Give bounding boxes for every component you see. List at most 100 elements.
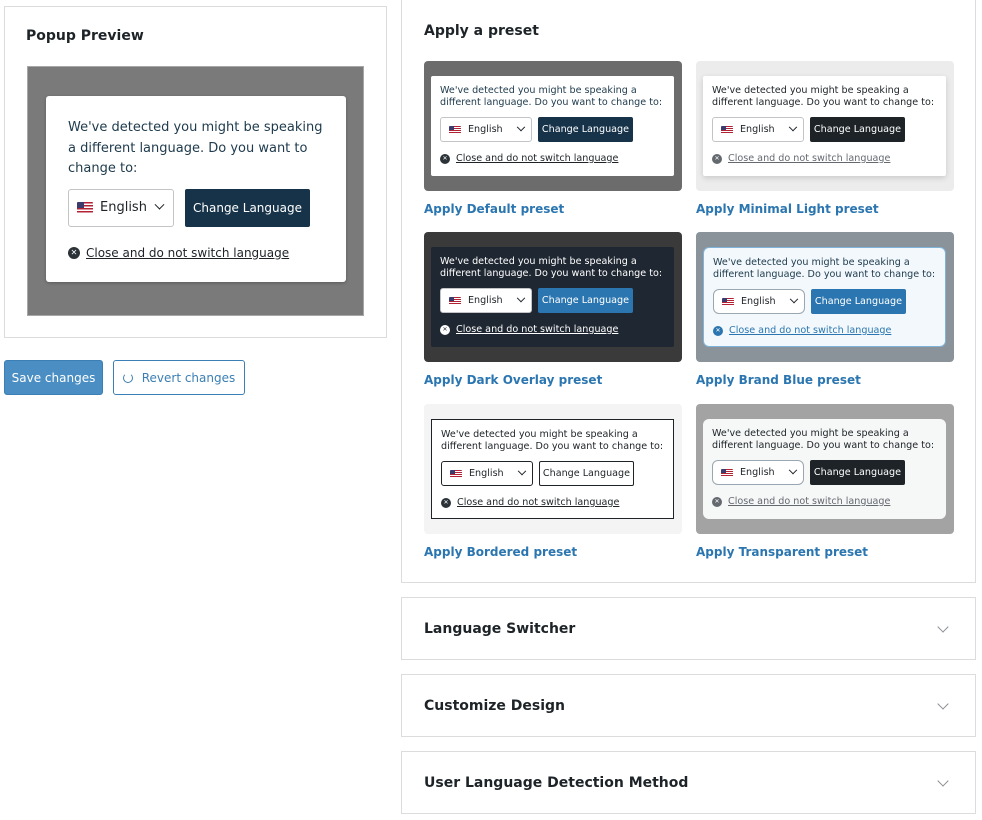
- revert-changes-label: Revert changes: [141, 370, 236, 385]
- preset-close-label: Close and do not switch language: [729, 325, 892, 336]
- language-switcher-section[interactable]: Language Switcher: [401, 597, 976, 660]
- preset-change-language-button: Change Language: [538, 117, 633, 142]
- preset-thumbnail[interactable]: We've detected you might be speaking a d…: [696, 404, 954, 534]
- close-circle-icon: ✕: [440, 324, 450, 335]
- preset-popup-card: We've detected you might be speaking a d…: [703, 247, 946, 347]
- preset-popup-card: We've detected you might be speaking a d…: [431, 76, 674, 176]
- us-flag-icon: [722, 297, 734, 306]
- preset-language-select: English: [712, 460, 804, 485]
- save-changes-label: Save changes: [11, 370, 96, 385]
- close-circle-icon: ✕: [440, 153, 450, 164]
- chevron-down-icon: [517, 466, 527, 475]
- apply-preset-link[interactable]: Apply Bordered preset: [424, 545, 682, 559]
- preset-language-select: English: [712, 117, 804, 142]
- language-switcher-title: Language Switcher: [424, 620, 576, 637]
- preset-close-link: ✕ Close and do not switch language: [440, 153, 665, 164]
- preset-message: We've detected you might be speaking a d…: [440, 256, 663, 279]
- preset-thumbnail[interactable]: We've detected you might be speaking a d…: [424, 404, 682, 534]
- undo-icon: [122, 372, 133, 383]
- preset-card[interactable]: We've detected you might be speaking a d…: [424, 232, 682, 387]
- preset-language-select: English: [440, 117, 532, 142]
- preset-message: We've detected you might be speaking a d…: [440, 85, 663, 108]
- language-select[interactable]: English: [68, 188, 174, 227]
- customize-design-title: Customize Design: [424, 697, 566, 714]
- preset-change-language-button: Change Language: [538, 288, 633, 313]
- preset-message: We've detected you might be speaking a d…: [712, 428, 935, 451]
- preset-change-language-button: Change Language: [810, 460, 905, 485]
- us-flag-icon: [449, 125, 461, 134]
- preset-close-label: Close and do not switch language: [728, 153, 891, 164]
- preset-card[interactable]: We've detected you might be speaking a d…: [424, 404, 682, 559]
- preset-language-value: English: [468, 295, 503, 306]
- close-circle-icon: ✕: [712, 153, 722, 164]
- us-flag-icon: [449, 296, 461, 305]
- preset-close-label: Close and do not switch language: [456, 324, 619, 335]
- preset-language-value: English: [468, 124, 503, 135]
- apply-preset-link[interactable]: Apply Transparent preset: [696, 545, 954, 559]
- popup-preview-panel: Popup Preview We've detected you might b…: [4, 6, 387, 338]
- us-flag-icon: [721, 468, 733, 477]
- preset-message: We've detected you might be speaking a d…: [713, 257, 936, 280]
- preset-close-label: Close and do not switch language: [456, 153, 619, 164]
- us-flag-icon: [77, 202, 93, 213]
- preset-language-value: English: [469, 468, 504, 479]
- preset-card[interactable]: We've detected you might be speaking a d…: [424, 61, 682, 216]
- preset-thumbnail[interactable]: We've detected you might be speaking a d…: [424, 61, 682, 191]
- popup-preview-backdrop: We've detected you might be speaking a d…: [27, 66, 364, 316]
- preset-card[interactable]: We've detected you might be speaking a d…: [696, 61, 954, 216]
- preset-message: We've detected you might be speaking a d…: [712, 85, 935, 108]
- apply-preset-link[interactable]: Apply Default preset: [424, 202, 682, 216]
- apply-preset-link[interactable]: Apply Dark Overlay preset: [424, 373, 682, 387]
- preset-close-link: ✕ Close and do not switch language: [712, 496, 937, 507]
- chevron-down-icon: [154, 199, 165, 210]
- preset-popup-card: We've detected you might be speaking a d…: [703, 76, 946, 176]
- preset-change-language-button: Change Language: [539, 461, 634, 486]
- close-circle-icon: ✕: [713, 325, 723, 336]
- popup-preview-title: Popup Preview: [26, 28, 144, 44]
- preset-language-value: English: [741, 296, 776, 307]
- preset-card[interactable]: We've detected you might be speaking a d…: [696, 404, 954, 559]
- preset-thumbnail[interactable]: We've detected you might be speaking a d…: [424, 232, 682, 362]
- preset-close-label: Close and do not switch language: [457, 497, 620, 508]
- presets-panel: Apply a preset We've detected you might …: [401, 0, 976, 583]
- apply-preset-link[interactable]: Apply Brand Blue preset: [696, 373, 954, 387]
- popup-message: We've detected you might be speaking a d…: [68, 120, 323, 176]
- preset-language-value: English: [740, 467, 775, 478]
- preset-close-link: ✕ Close and do not switch language: [440, 324, 665, 335]
- preset-message: We've detected you might be speaking a d…: [441, 429, 664, 452]
- popup-preview-card: We've detected you might be speaking a d…: [46, 96, 346, 282]
- language-select-value: English: [100, 200, 147, 215]
- close-circle-icon: ✕: [712, 496, 722, 507]
- us-flag-icon: [450, 469, 462, 478]
- preset-language-value: English: [740, 124, 775, 135]
- presets-title: Apply a preset: [424, 23, 539, 39]
- chevron-down-icon: [789, 294, 799, 303]
- preset-language-select: English: [441, 461, 533, 486]
- chevron-down-icon: [788, 465, 798, 474]
- chevron-down-icon: [788, 122, 798, 131]
- preset-thumbnail[interactable]: We've detected you might be speaking a d…: [696, 232, 954, 362]
- preset-close-link: ✕ Close and do not switch language: [713, 325, 936, 336]
- preset-close-link: ✕ Close and do not switch language: [712, 153, 937, 164]
- preset-language-select: English: [713, 289, 805, 314]
- chevron-down-icon: [516, 122, 526, 131]
- preset-popup-card: We've detected you might be speaking a d…: [703, 419, 946, 519]
- apply-preset-link[interactable]: Apply Minimal Light preset: [696, 202, 954, 216]
- customize-design-section[interactable]: Customize Design: [401, 674, 976, 737]
- preset-popup-card: We've detected you might be speaking a d…: [431, 419, 674, 519]
- change-language-button[interactable]: Change Language: [185, 188, 310, 227]
- detection-method-title: User Language Detection Method: [424, 774, 689, 791]
- detection-method-section[interactable]: User Language Detection Method: [401, 751, 976, 814]
- save-changes-button[interactable]: Save changes: [4, 360, 103, 395]
- revert-changes-button[interactable]: Revert changes: [113, 360, 245, 395]
- preset-close-link: ✕ Close and do not switch language: [441, 497, 664, 508]
- close-link[interactable]: ✕ Close and do not switch language: [68, 246, 324, 260]
- preset-change-language-button: Change Language: [810, 117, 905, 142]
- preset-thumbnail[interactable]: We've detected you might be speaking a d…: [696, 61, 954, 191]
- preset-change-language-button: Change Language: [811, 289, 906, 314]
- chevron-down-icon: [937, 697, 949, 710]
- close-circle-icon: ✕: [68, 246, 80, 259]
- preset-card[interactable]: We've detected you might be speaking a d…: [696, 232, 954, 387]
- close-link-label: Close and do not switch language: [86, 245, 290, 260]
- preset-popup-card: We've detected you might be speaking a d…: [431, 247, 674, 347]
